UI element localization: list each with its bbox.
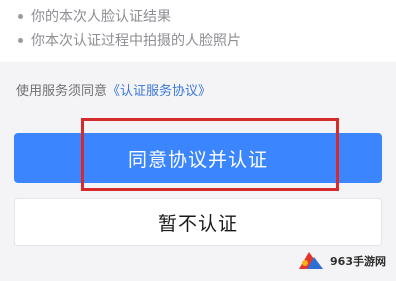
watermark-text: 963手游网 [330, 255, 386, 268]
list-item-text: 你的本次人脸认证结果 [31, 9, 171, 25]
consent-notice: 使用服务须同意《认证服务协议》 [16, 80, 211, 99]
info-panel: 你的本次人脸认证结果 你本次认证过程中拍摄的人脸照片 [0, 0, 396, 62]
decline-verify-button[interactable]: 暂不认证 [14, 198, 382, 246]
list-item-text: 你本次认证过程中拍摄的人脸照片 [31, 33, 241, 49]
agree-and-verify-button[interactable]: 同意协议并认证 [14, 133, 382, 183]
info-list: 你的本次人脸认证结果 你本次认证过程中拍摄的人脸照片 [18, 4, 241, 52]
bullet-dot-icon [18, 13, 23, 19]
consent-prefix: 使用服务须同意 [16, 84, 108, 99]
bullet-dot-icon [18, 37, 23, 43]
watermark: 963手游网 [296, 249, 386, 273]
watermark-logo-icon [296, 249, 326, 273]
list-item: 你的本次人脸认证结果 [18, 4, 241, 28]
list-item: 你本次认证过程中拍摄的人脸照片 [18, 28, 241, 52]
agreement-link[interactable]: 《认证服务协议》 [107, 84, 211, 99]
